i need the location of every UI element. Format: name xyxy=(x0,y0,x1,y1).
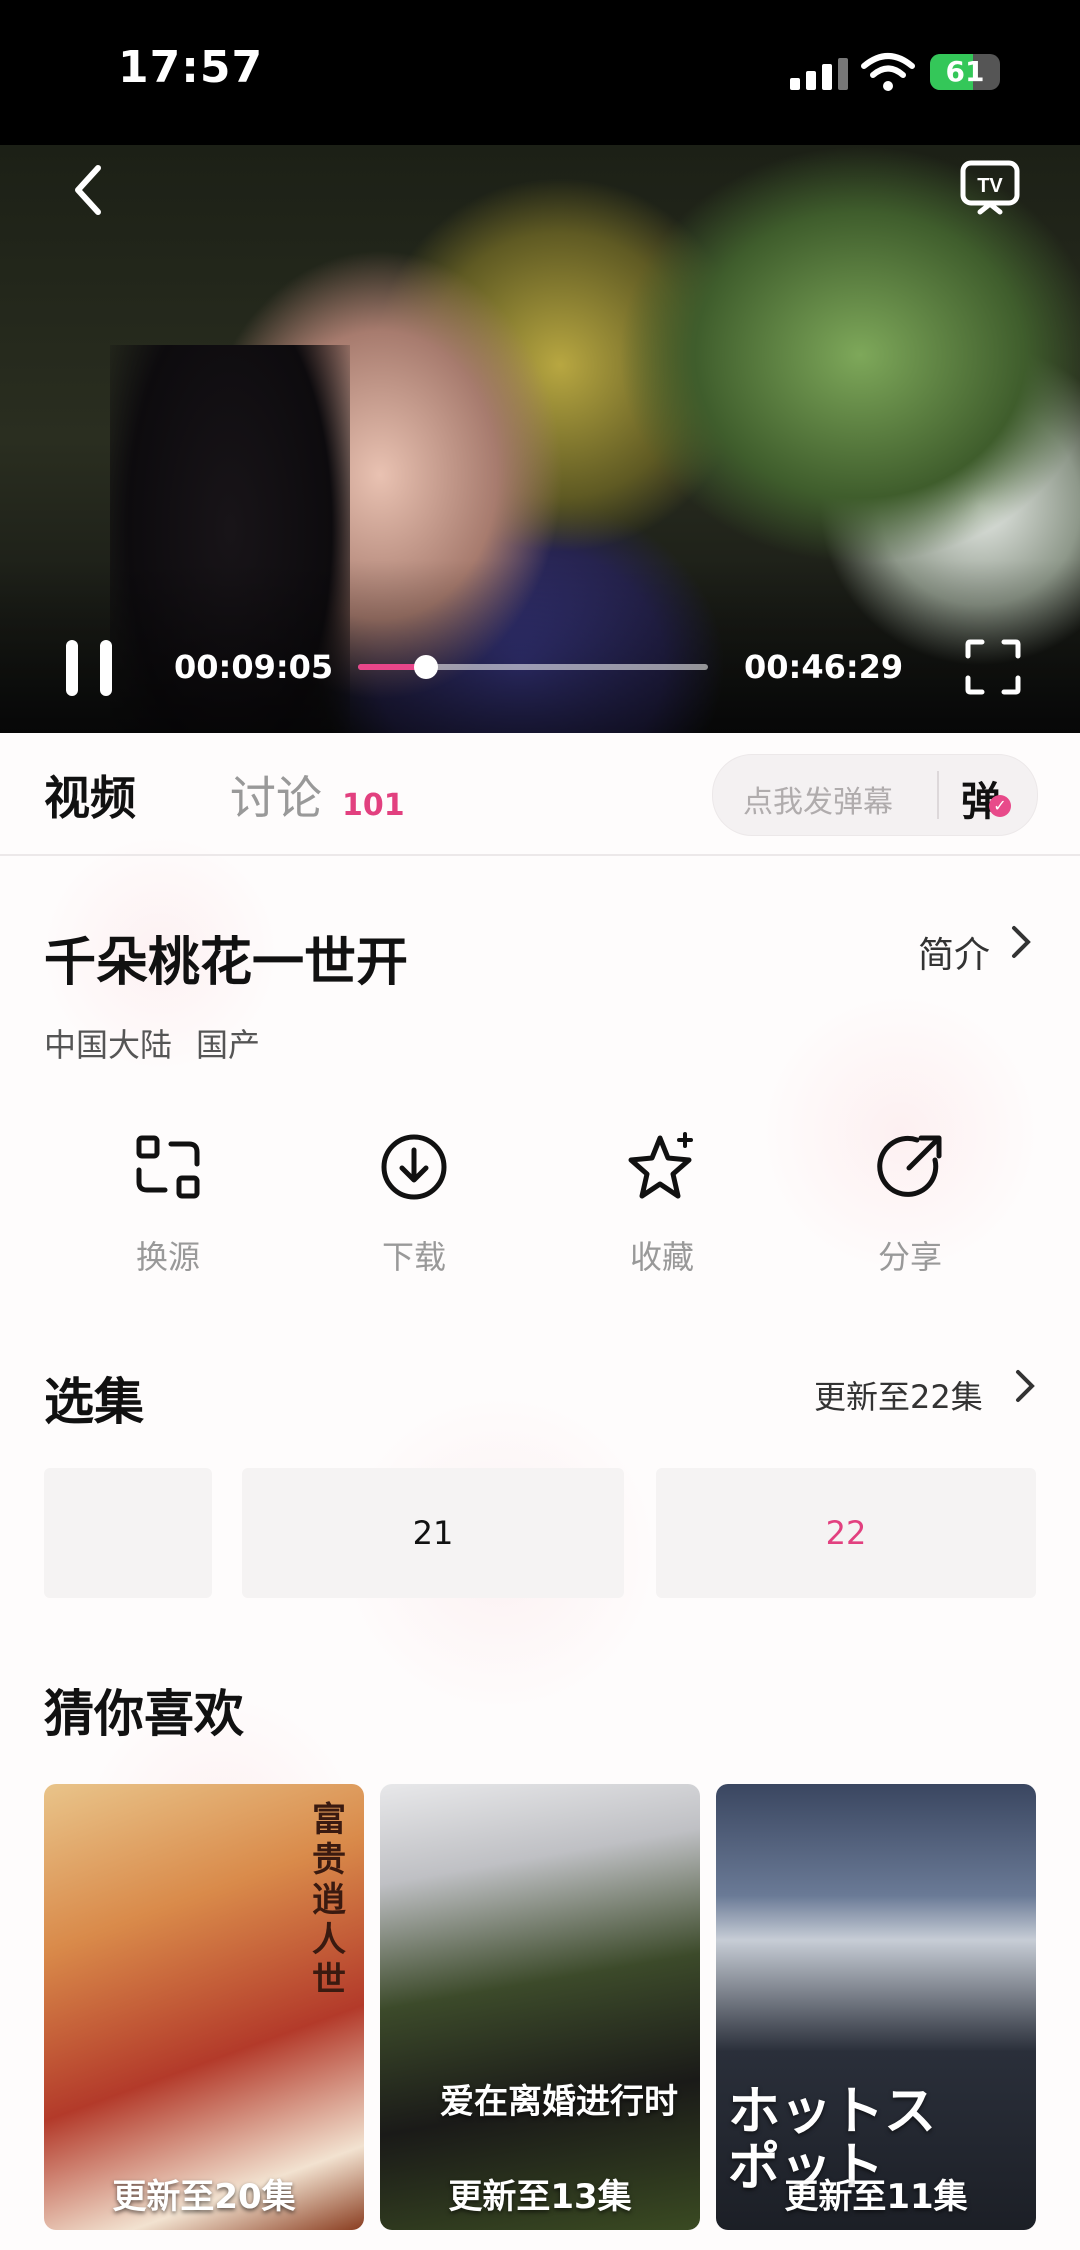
episode-item[interactable] xyxy=(44,1468,212,1598)
intro-link[interactable]: 简介 xyxy=(918,926,990,978)
pause-bar-right xyxy=(100,640,112,696)
wifi-icon xyxy=(861,53,915,91)
signal-icon xyxy=(790,58,848,90)
favorite-label: 收藏 xyxy=(629,1238,694,1276)
download-icon xyxy=(381,1134,447,1200)
tab-video[interactable]: 视频 xyxy=(44,762,136,828)
download-button[interactable]: 下载 xyxy=(334,1130,494,1278)
recommend-card[interactable]: 富贵逍人世 更新至20集 xyxy=(44,1784,364,2230)
recommend-card[interactable]: ホットスポット 更新至11集 xyxy=(716,1784,1036,2230)
video-controls-shade xyxy=(0,560,1080,733)
episode-item-22-active[interactable]: 22 xyxy=(656,1468,1036,1598)
progress-slider[interactable] xyxy=(358,655,708,679)
tab-discuss[interactable]: 讨论 xyxy=(230,762,322,828)
share-label: 分享 xyxy=(877,1238,942,1276)
pause-bar-left xyxy=(66,640,78,696)
danmaku-divider xyxy=(937,771,939,819)
chevron-right-icon[interactable] xyxy=(1010,924,1032,960)
danmaku-input[interactable]: 点我发弹幕 弹 ✓ xyxy=(712,754,1038,836)
total-time: 00:46:29 xyxy=(744,648,904,686)
show-category: 国产 xyxy=(196,1026,261,1064)
battery-level: 61 xyxy=(945,55,985,88)
poster-caption: 更新至11集 xyxy=(784,2177,968,2217)
poster-caption: 更新至20集 xyxy=(112,2177,296,2217)
danmaku-placeholder: 点我发弹幕 xyxy=(743,785,893,820)
svg-text:TV: TV xyxy=(977,175,1003,197)
status-bar: 17:57 61 xyxy=(0,0,1080,145)
recommend-card[interactable]: 爱在离婚进行时 更新至13集 xyxy=(380,1784,700,2230)
poster-title-art: 富贵逍人世 xyxy=(312,1800,346,2000)
episode-item-21[interactable]: 21 xyxy=(242,1468,624,1598)
share-button[interactable]: 分享 xyxy=(830,1130,990,1278)
show-title: 千朵桃花一世开 xyxy=(44,933,409,993)
tab-divider xyxy=(0,854,1080,856)
switch-source-icon xyxy=(136,1135,200,1199)
download-label: 下载 xyxy=(381,1238,446,1276)
pause-icon[interactable] xyxy=(60,640,120,696)
status-time: 17:57 xyxy=(118,42,264,93)
poster-caption: 更新至13集 xyxy=(448,2177,632,2217)
favorite-button[interactable]: 收藏 xyxy=(582,1130,742,1278)
battery-charging-icon: 61 xyxy=(930,54,1000,90)
switch-source-label: 换源 xyxy=(135,1238,200,1276)
back-icon[interactable] xyxy=(64,160,114,220)
episodes-title: 选集 xyxy=(44,1373,144,1431)
favorite-star-icon xyxy=(628,1132,693,1199)
episodes-update-link[interactable]: 更新至22集 xyxy=(814,1372,983,1418)
danmaku-on-check-icon: ✓ xyxy=(989,795,1011,817)
poster-title-art: 爱在离婚进行时 xyxy=(440,2082,678,2122)
current-time: 00:09:05 xyxy=(174,648,334,686)
show-region: 中国大陆 xyxy=(44,1026,173,1064)
switch-source-button[interactable]: 换源 xyxy=(88,1130,248,1278)
show-meta: 中国大陆 国产 xyxy=(44,1020,284,1066)
chevron-right-icon[interactable] xyxy=(1014,1368,1036,1404)
fullscreen-icon[interactable] xyxy=(964,638,1022,696)
discuss-count-badge: 101 xyxy=(342,788,405,823)
recommend-title: 猜你喜欢 xyxy=(44,1685,244,1743)
share-icon xyxy=(877,1135,942,1197)
tv-cast-icon[interactable]: TV xyxy=(960,160,1020,216)
